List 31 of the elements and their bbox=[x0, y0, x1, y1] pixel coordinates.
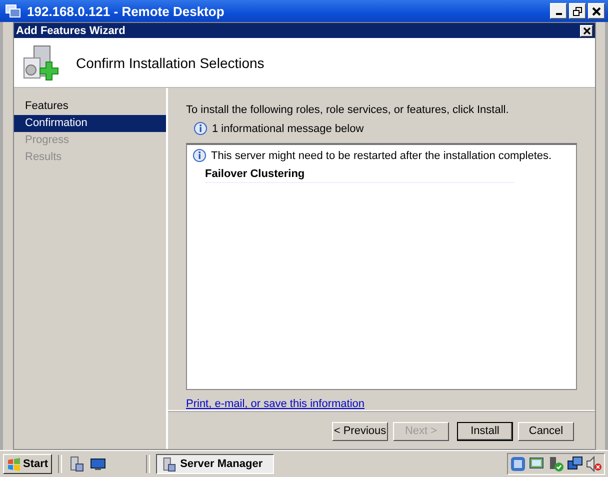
close-icon bbox=[592, 6, 601, 16]
desktop-icon[interactable] bbox=[90, 456, 106, 472]
network-computers-icon[interactable] bbox=[567, 456, 583, 472]
close-icon bbox=[582, 26, 590, 34]
step-item[interactable]: Confirmation bbox=[14, 115, 166, 132]
server-icon bbox=[161, 456, 176, 472]
minimize-button[interactable] bbox=[550, 3, 567, 19]
feature-heading: Failover Clustering bbox=[205, 168, 515, 183]
speaker-muted-icon[interactable] bbox=[586, 456, 602, 472]
message-text: This server might need to be restarted after the installation completes. bbox=[211, 150, 552, 162]
info-icon bbox=[194, 122, 207, 135]
info-icon bbox=[193, 149, 206, 162]
server-icon[interactable] bbox=[68, 456, 84, 472]
window-title: 192.168.0.121 - Remote Desktop bbox=[27, 4, 224, 18]
close-button[interactable] bbox=[580, 24, 593, 36]
instruction-text: To install the following roles, role services, or features, click Install. bbox=[186, 104, 510, 116]
wizard-title: Add Features Wizard bbox=[16, 24, 126, 36]
restore-icon bbox=[573, 6, 582, 16]
taskbar-button[interactable]: Server Manager bbox=[156, 454, 274, 474]
wizard-heading: Confirm Installation Selections bbox=[76, 54, 264, 70]
step-item[interactable]: Features bbox=[14, 98, 166, 115]
restore-button[interactable] bbox=[569, 3, 586, 19]
info-count-text: 1 informational message below bbox=[212, 122, 364, 134]
print-link[interactable]: Print, e-mail, or save this information bbox=[186, 398, 365, 410]
start-button[interactable]: Start bbox=[3, 454, 52, 474]
computer-icon bbox=[5, 4, 21, 18]
wizard-button[interactable]: Install bbox=[457, 422, 513, 440]
close-button[interactable] bbox=[588, 3, 605, 19]
windows-logo-icon bbox=[7, 458, 21, 470]
wizard-button[interactable]: < Previous bbox=[332, 422, 388, 440]
wizard-button[interactable]: Cancel bbox=[518, 422, 574, 440]
